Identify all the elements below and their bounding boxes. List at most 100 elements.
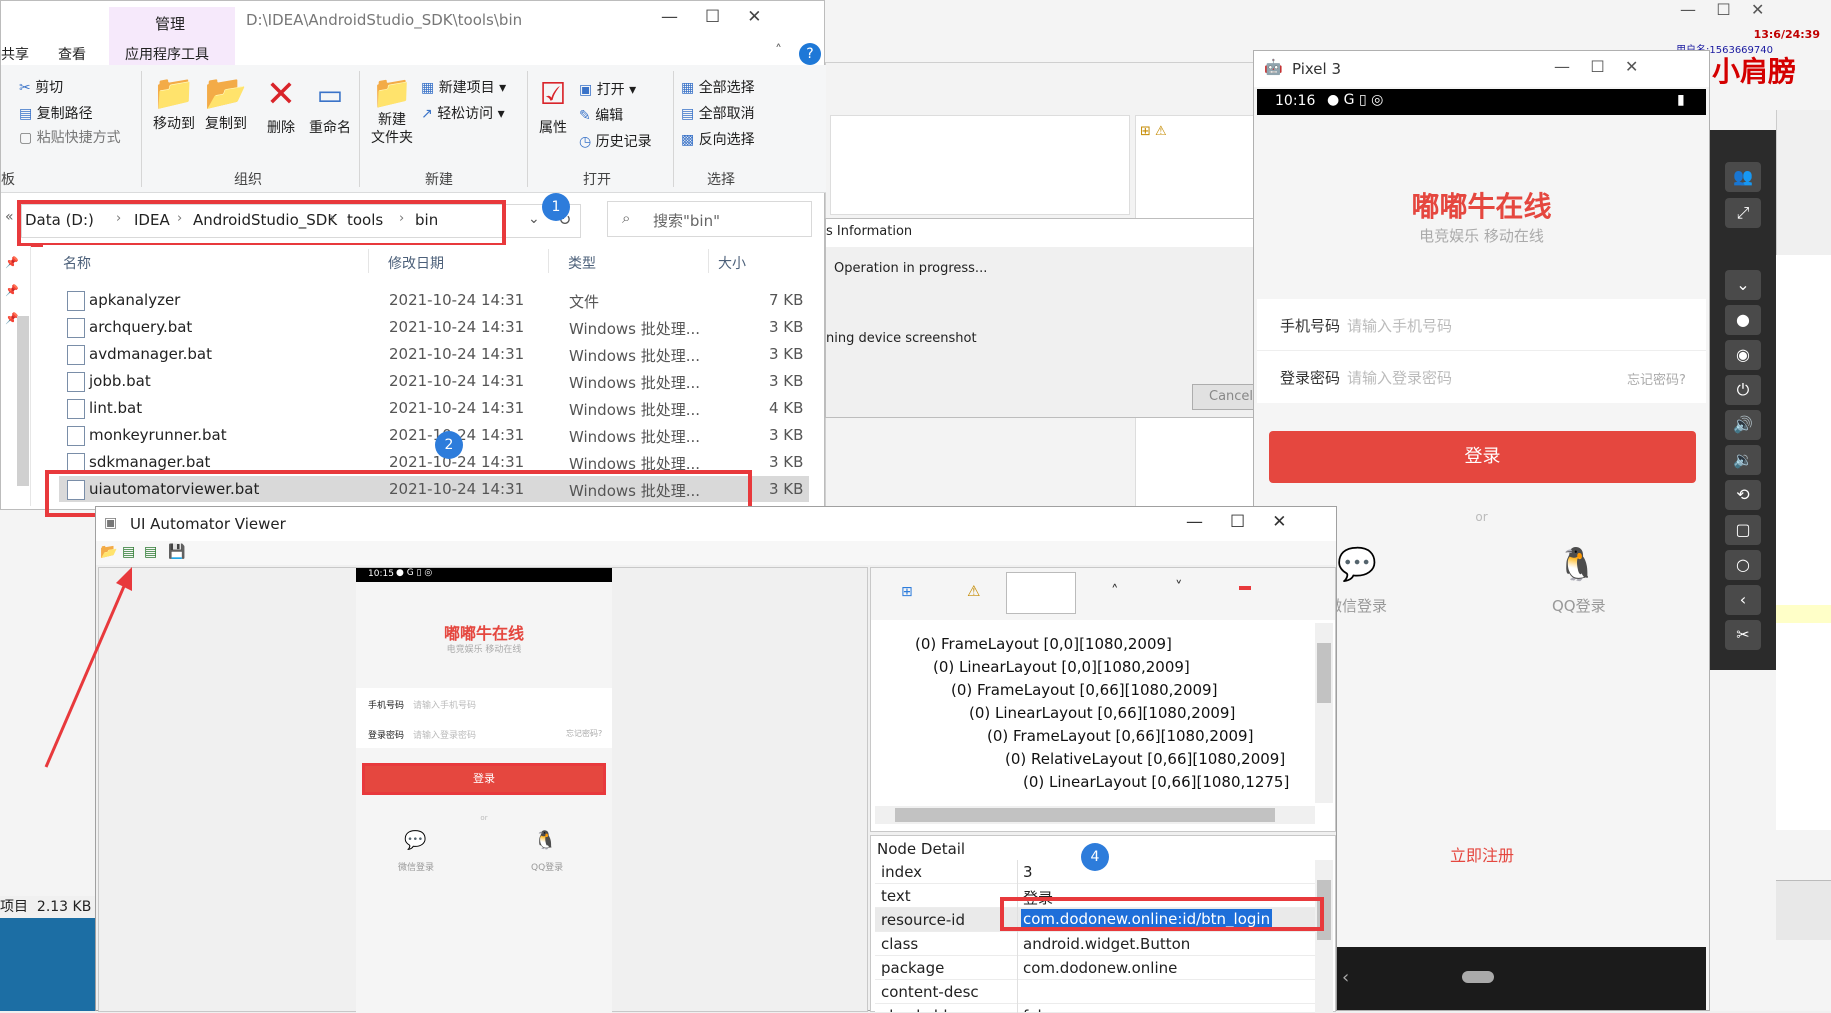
device-screenshot-compressed-icon[interactable]: ▤: [144, 544, 157, 560]
wechat-login-label[interactable]: 微信登录: [1327, 595, 1417, 615]
file-size: 3 KB: [769, 426, 804, 444]
screenshot-canvas[interactable]: 10:15 ● G ▯ ◎ 嘟嘟牛在线 电竞娱乐 移动在线 手机号码 请输入手机…: [98, 567, 868, 1013]
file-name: apkanalyzer: [89, 291, 181, 309]
help-icon[interactable]: ?: [799, 43, 821, 65]
mini-or-divider: or: [480, 814, 488, 822]
wechat-icon[interactable]: 💬: [1337, 545, 1387, 585]
tab-view[interactable]: 查看: [58, 44, 98, 64]
qq-icon[interactable]: 🐧: [1557, 545, 1607, 585]
bg-window-controls[interactable]: — ☐ ✕: [1680, 0, 1830, 22]
expand-all-icon[interactable]: ⊞: [901, 584, 913, 600]
cut-button[interactable]: ✂ 剪切: [19, 77, 119, 97]
back-icon[interactable]: ‹: [1342, 967, 1349, 988]
open-button[interactable]: ▣ 打开 ▾: [579, 79, 659, 99]
chevron-up-icon[interactable]: ˄: [775, 43, 795, 63]
hierarchy-tree[interactable]: (0) FrameLayout [0,0][1080,2009] (0) Lin…: [875, 623, 1315, 803]
separator: [1257, 350, 1706, 351]
copy-to-button[interactable]: 📂 复制到: [201, 73, 251, 163]
register-link[interactable]: 立即注册: [1437, 842, 1527, 865]
file-row[interactable]: avdmanager.bat 2021-10-24 14:31 Windows …: [59, 341, 809, 367]
select-none-button[interactable]: ▤ 全部取消: [681, 103, 781, 123]
tab-app-tools[interactable]: 应用程序工具: [125, 44, 225, 64]
scissors-icon[interactable]: ✂: [1725, 620, 1761, 650]
open-folder-icon[interactable]: 📂: [100, 544, 117, 560]
tree-node[interactable]: (0) LinearLayout [0,0][1080,2009]: [933, 658, 1190, 676]
tree-node[interactable]: (0) LinearLayout [0,66][1080,2009]: [969, 704, 1235, 722]
properties-button[interactable]: ☑ 属性: [533, 73, 573, 173]
detail-row[interactable]: package com.dodonew.online: [875, 956, 1315, 980]
column-type[interactable]: 类型: [568, 253, 628, 273]
detail-scrollbar[interactable]: [1315, 860, 1333, 1013]
new-item-button[interactable]: ▦ 新建项目 ▾: [421, 77, 531, 97]
mini-login-button[interactable]: 登录: [362, 763, 606, 795]
back-arrow-icon[interactable]: ‹: [1725, 585, 1761, 615]
forgot-password-link[interactable]: 忘记密码?: [1627, 369, 1686, 388]
tab-share[interactable]: 共享: [1, 44, 31, 64]
file-row[interactable]: monkeyrunner.bat 2021-10-24 14:31 Window…: [59, 422, 809, 448]
warning-icon[interactable]: ⚠: [967, 582, 980, 600]
detail-row[interactable]: class android.widget.Button: [875, 932, 1315, 956]
search-input[interactable]: ⌕ 搜索"bin": [607, 201, 812, 237]
qq-login-label[interactable]: QQ登录: [1552, 595, 1632, 615]
device-screenshot-icon[interactable]: ▤: [122, 544, 135, 560]
circle-icon[interactable]: ○: [1725, 550, 1761, 580]
file-row[interactable]: jobb.bat 2021-10-24 14:31 Windows 批处理...…: [59, 368, 809, 394]
volume-up-icon[interactable]: 🔊: [1725, 410, 1761, 440]
column-name[interactable]: 名称: [63, 253, 333, 273]
tree-node[interactable]: (0) FrameLayout [0,0][1080,2009]: [915, 635, 1172, 653]
column-size[interactable]: 大小: [718, 253, 778, 273]
nav-pane[interactable]: 📌 📌 📌: [1, 246, 31, 506]
mini-phone[interactable]: 10:15 ● G ▯ ◎ 嘟嘟牛在线 电竞娱乐 移动在线 手机号码 请输入手机…: [356, 568, 612, 1013]
square-icon[interactable]: ▢: [1725, 515, 1761, 545]
detail-row[interactable]: checkable false: [875, 1004, 1315, 1013]
chevron-down-icon[interactable]: ˅: [1175, 578, 1183, 596]
copy-path-button[interactable]: ▤ 复制路径: [19, 103, 129, 123]
eye-hide-icon[interactable]: ◉: [1725, 340, 1761, 370]
paste-shortcut-button[interactable]: ▢ 粘贴快捷方式: [19, 127, 149, 147]
window-controls[interactable]: — ☐ ✕: [661, 7, 821, 31]
tree-node[interactable]: (0) LinearLayout [0,66][1080,1275]: [1023, 773, 1289, 791]
search-box[interactable]: [1006, 572, 1076, 614]
password-input[interactable]: 请输入登录密码: [1347, 367, 1577, 388]
detail-row[interactable]: content-desc: [875, 980, 1315, 1004]
chevron-up-icon[interactable]: ˄: [1111, 582, 1119, 600]
emulator-window-controls[interactable]: — ☐ ✕: [1554, 57, 1638, 76]
tree-node[interactable]: (0) RelativeLayout [0,66][1080,2009]: [1005, 750, 1285, 768]
select-all-button[interactable]: ▦ 全部选择: [681, 77, 781, 97]
nav-scrollbar[interactable]: [17, 316, 29, 486]
phone-input[interactable]: 请输入手机号码: [1347, 315, 1677, 336]
cancel-button[interactable]: Cancel: [1192, 384, 1258, 410]
power-icon[interactable]: ⏻: [1725, 375, 1761, 405]
people-icon[interactable]: 👥: [1725, 162, 1761, 192]
chevron-down-icon[interactable]: ⌄: [528, 211, 540, 227]
edit-button[interactable]: ✎ 编辑: [579, 105, 659, 125]
tree-horizontal-scrollbar[interactable]: [875, 806, 1315, 824]
file-row[interactable]: archquery.bat 2021-10-24 14:31 Windows 批…: [59, 314, 809, 340]
file-row[interactable]: lint.bat 2021-10-24 14:31 Windows 批处理...…: [59, 395, 809, 421]
tree-vertical-scrollbar[interactable]: [1315, 623, 1333, 803]
record-icon[interactable]: ●: [1725, 305, 1761, 335]
scrollbar-thumb[interactable]: [1317, 643, 1331, 703]
login-button[interactable]: 登录: [1269, 431, 1696, 483]
collapse-icon[interactable]: ⌄: [1725, 270, 1761, 300]
column-date[interactable]: 修改日期: [388, 253, 488, 273]
tree-node[interactable]: (0) FrameLayout [0,66][1080,2009]: [987, 727, 1253, 745]
uav-window-controls[interactable]: — ☐ ✕: [1186, 512, 1287, 532]
volume-down-icon[interactable]: 🔉: [1725, 445, 1761, 475]
file-row[interactable]: apkanalyzer 2021-10-24 14:31 文件 7 KB: [59, 287, 809, 313]
home-pill-icon[interactable]: [1462, 971, 1494, 983]
easy-access-button[interactable]: ↗ 轻松访问 ▾: [421, 103, 531, 123]
fullscreen-icon[interactable]: ⤢: [1725, 198, 1761, 228]
save-icon[interactable]: 💾: [168, 544, 185, 560]
tree-node[interactable]: (0) FrameLayout [0,66][1080,2009]: [951, 681, 1217, 699]
minus-icon[interactable]: [1239, 586, 1251, 590]
move-to-button[interactable]: 📁 移动到: [149, 73, 199, 163]
delete-button[interactable]: ✕ 删除: [261, 73, 301, 163]
rotate-icon[interactable]: ⟲: [1725, 480, 1761, 510]
rename-button[interactable]: ▭ 重命名: [305, 73, 355, 163]
scrollbar-thumb[interactable]: [895, 808, 1275, 822]
history-button[interactable]: ◷ 历史记录: [579, 131, 669, 151]
invert-selection-button[interactable]: ▩ 反向选择: [681, 129, 781, 149]
manage-tab[interactable]: 管理: [155, 13, 215, 33]
new-folder-button[interactable]: 📁 新建 文件夹: [365, 73, 419, 173]
